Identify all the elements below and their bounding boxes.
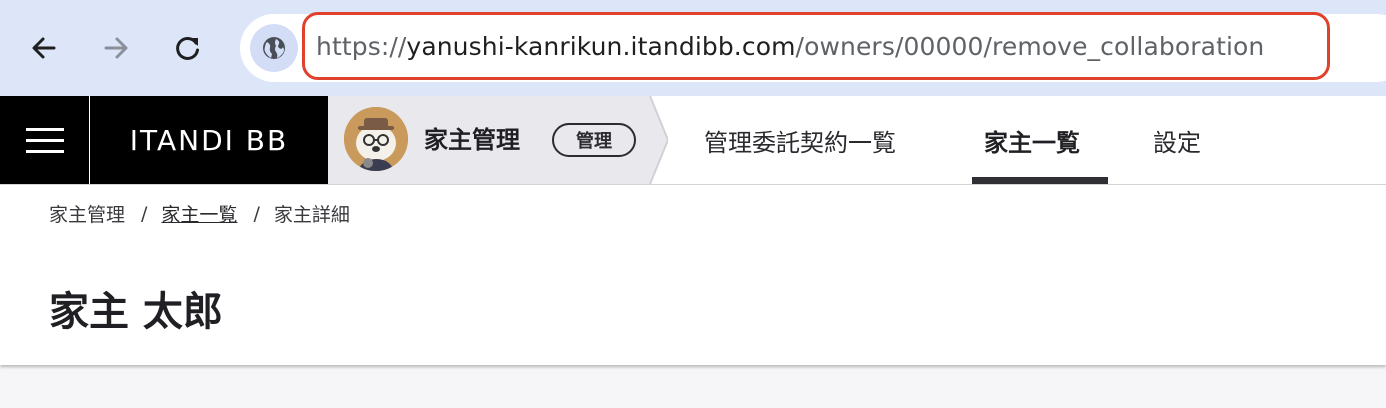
hamburger-menu-button[interactable] (0, 96, 89, 184)
tab-owner-list[interactable]: 家主一覧 (984, 96, 1080, 184)
product-avatar (344, 107, 408, 171)
url-scheme: https:// (316, 31, 407, 61)
arrow-left-icon (32, 37, 56, 59)
breadcrumb: 家主管理 / 家主一覧 / 家主詳細 (49, 200, 350, 227)
breadcrumb-link-owner-list[interactable]: 家主一覧 (161, 200, 237, 227)
product-name: 家主管理 (424, 126, 520, 154)
breadcrumb-item-owner-management: 家主管理 (49, 204, 126, 226)
tab-management-contracts[interactable]: 管理委託契約一覧 (704, 96, 896, 184)
product-role-badge: 管理 (552, 123, 636, 157)
active-tab-indicator (972, 177, 1108, 184)
globe-icon (263, 37, 285, 59)
bear-mascot-icon (344, 107, 408, 171)
url-path: /owners/00000/remove_collaboration (795, 31, 1265, 61)
forward-button[interactable] (92, 24, 140, 72)
reload-icon (176, 36, 199, 60)
back-button[interactable] (20, 24, 68, 72)
tab-settings[interactable]: 設定 (1153, 96, 1201, 184)
breadcrumb-separator: / (253, 202, 260, 225)
hamburger-icon (25, 120, 64, 161)
breadcrumb-item-owner-detail: 家主詳細 (273, 204, 350, 226)
arrow-right-icon (104, 37, 128, 59)
reload-button[interactable] (164, 24, 212, 72)
url-host: yanushi-kanrikun.itandibb.com (406, 31, 796, 61)
page-title: 家主 太郎 (49, 289, 223, 335)
itandi-bb-logo[interactable]: ITANDI BB (90, 96, 328, 184)
url-field[interactable]: https://yanushi-kanrikun.itandibb.com/ow… (302, 12, 1330, 80)
breadcrumb-separator: / (141, 202, 148, 225)
site-info-button[interactable] (250, 24, 298, 72)
